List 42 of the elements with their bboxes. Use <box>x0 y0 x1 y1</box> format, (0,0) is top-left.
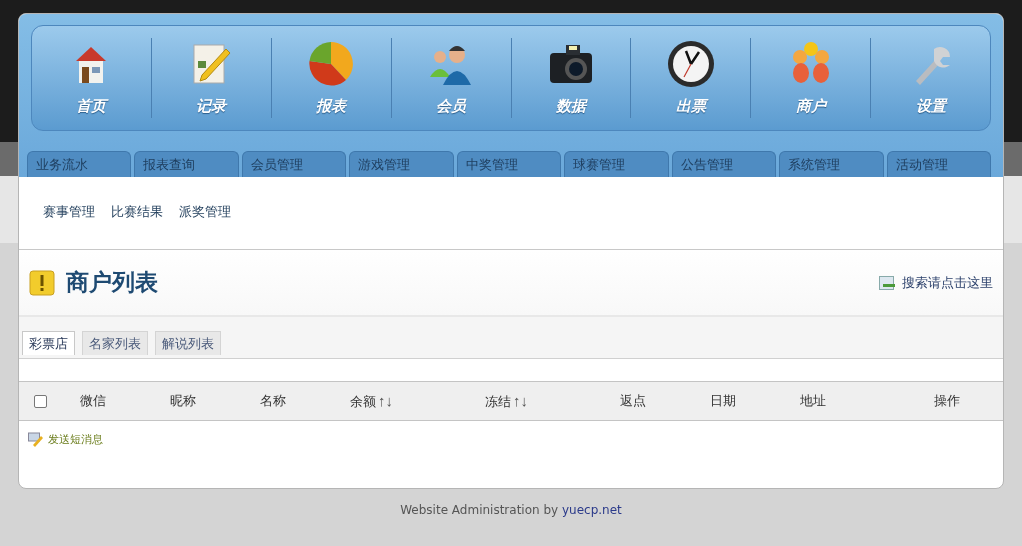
clock-icon <box>665 38 716 89</box>
column-header: 日期 <box>710 392 736 411</box>
page-title: 商户列表 <box>66 268 158 298</box>
menu-tab[interactable]: 业务流水 <box>27 151 132 177</box>
footer-text: Website Administration by yuecp.net <box>399 502 623 519</box>
search-form-icon <box>879 275 896 290</box>
nav-item[interactable]: 出票 <box>631 38 751 118</box>
search-link[interactable]: 搜索请点击这里 <box>879 272 993 293</box>
column-header: 操作 <box>933 392 960 411</box>
column-header: 微信 <box>80 392 106 411</box>
nav-item[interactable]: 数据 <box>511 38 631 118</box>
sub-link[interactable]: 赛事管理 <box>43 202 95 222</box>
column-header: 昵称 <box>170 392 196 411</box>
menu-tab[interactable]: 系统管理 <box>779 151 884 177</box>
select-all-checkbox[interactable] <box>34 394 47 408</box>
menu-tab[interactable]: 游戏管理 <box>349 151 454 177</box>
warning-icon <box>29 269 55 296</box>
nav-item[interactable]: 会员 <box>391 38 511 118</box>
menu-tab[interactable]: 报表查询 <box>134 151 239 177</box>
message-pencil-icon <box>28 431 45 447</box>
menu-tab[interactable]: 公告管理 <box>671 151 777 177</box>
list-tab[interactable]: 彩票店 <box>22 331 75 355</box>
nav-item[interactable]: 报表 <box>271 38 391 118</box>
nav-item[interactable]: 首页 <box>32 38 151 118</box>
menu-tab[interactable]: 活动管理 <box>886 151 991 177</box>
column-header: 返点 <box>620 392 646 411</box>
nav-item[interactable]: 商户 <box>751 38 871 118</box>
list-tab[interactable]: 名家列表 <box>82 331 148 355</box>
footer-link[interactable]: yuecp.net <box>562 503 622 517</box>
menu-tab[interactable]: 会员管理 <box>241 151 347 177</box>
list-tab[interactable]: 解说列表 <box>155 331 221 355</box>
column-header[interactable]: 冻结↑↓ <box>485 389 528 413</box>
menu-tab[interactable]: 中奖管理 <box>456 151 562 177</box>
sub-link[interactable]: 派奖管理 <box>179 202 231 222</box>
column-header: 名称 <box>260 392 286 411</box>
column-header[interactable]: 余额↑↓ <box>350 389 393 413</box>
nav-item[interactable]: 设置 <box>871 38 990 118</box>
nav-item[interactable]: 记录 <box>151 38 271 118</box>
sub-link[interactable]: 比赛结果 <box>111 202 163 222</box>
menu-tab[interactable]: 球赛管理 <box>564 151 669 177</box>
send-message-link[interactable]: 发送短消息 <box>28 431 103 448</box>
column-header: 地址 <box>800 392 826 411</box>
